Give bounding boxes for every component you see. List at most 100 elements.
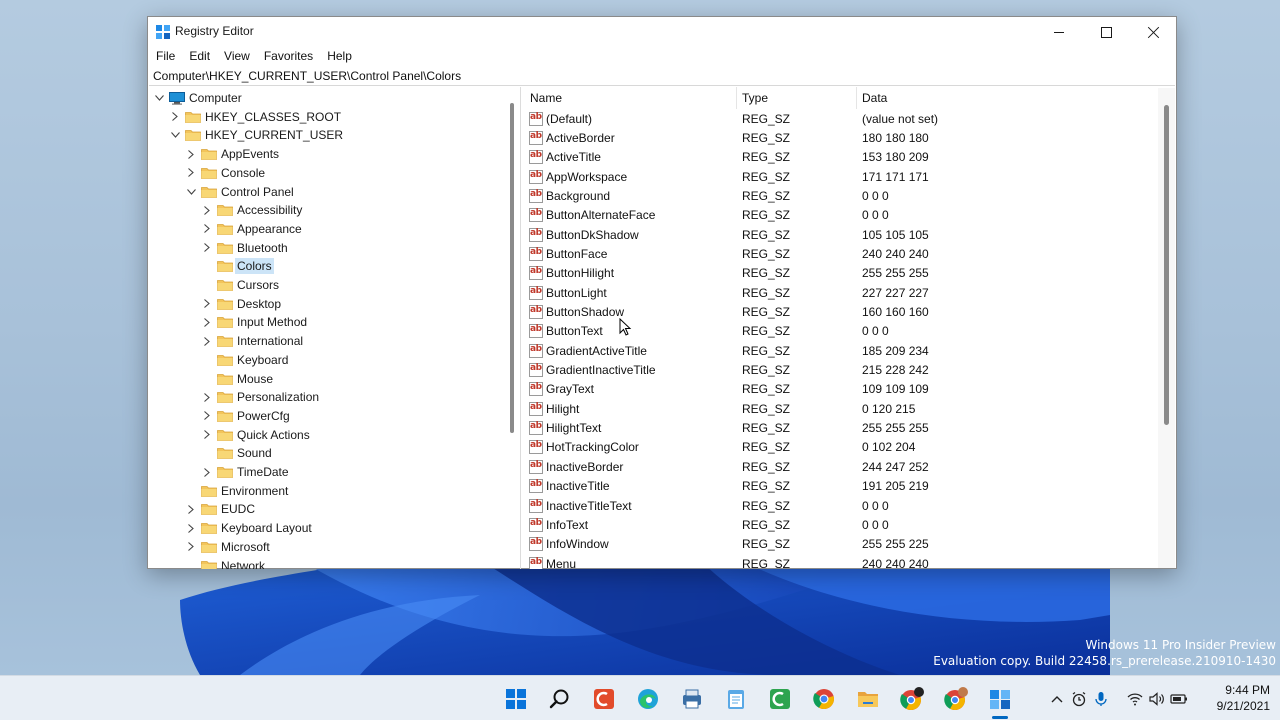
- value-row[interactable]: ab InactiveTitleText REG_SZ 0 0 0: [525, 496, 1147, 515]
- chevron-right-icon[interactable]: [185, 538, 197, 556]
- value-row[interactable]: ab HilightText REG_SZ 255 255 255: [525, 419, 1147, 438]
- value-row[interactable]: ab ButtonHilight REG_SZ 255 255 255: [525, 264, 1147, 283]
- value-row[interactable]: ab GradientInactiveTitle REG_SZ 215 228 242: [525, 361, 1147, 380]
- value-row[interactable]: ab HotTrackingColor REG_SZ 0 102 204: [525, 438, 1147, 457]
- chevron-down-icon[interactable]: [185, 183, 197, 201]
- chevron-up-icon[interactable]: [1046, 676, 1068, 720]
- value-row[interactable]: ab ButtonAlternateFace REG_SZ 0 0 0: [525, 206, 1147, 225]
- tree-node[interactable]: Console: [185, 164, 267, 182]
- chrome-profile-2-icon[interactable]: [943, 686, 969, 712]
- value-row[interactable]: ab AppWorkspace REG_SZ 171 171 171: [525, 167, 1147, 186]
- tree-node[interactable]: Microsoft: [185, 538, 272, 556]
- value-row[interactable]: ab ButtonLight REG_SZ 227 227 227: [525, 283, 1147, 302]
- chevron-right-icon[interactable]: [169, 108, 181, 126]
- wifi-icon[interactable]: [1124, 676, 1146, 720]
- tree-node[interactable]: Sound: [201, 444, 274, 462]
- chevron-right-icon[interactable]: [201, 407, 213, 425]
- chrome-icon[interactable]: [811, 686, 837, 712]
- tree-node[interactable]: Environment: [185, 482, 290, 500]
- app-red-icon[interactable]: [591, 686, 617, 712]
- title-bar[interactable]: Registry Editor: [148, 17, 1176, 47]
- value-row[interactable]: ab GradientActiveTitle REG_SZ 185 209 234: [525, 341, 1147, 360]
- value-row[interactable]: ab Menu REG_SZ 240 240 240: [525, 554, 1147, 569]
- minimize-button[interactable]: [1036, 17, 1082, 47]
- value-row[interactable]: ab InactiveTitle REG_SZ 191 205 219: [525, 477, 1147, 496]
- chevron-down-icon[interactable]: [153, 89, 165, 107]
- column-header-data[interactable]: Data: [857, 87, 1147, 109]
- chevron-right-icon[interactable]: [185, 500, 197, 518]
- tree-node[interactable]: Network: [185, 557, 267, 569]
- column-header-name[interactable]: Name: [525, 87, 737, 109]
- search-icon[interactable]: [547, 686, 573, 712]
- notepad-icon[interactable]: [723, 686, 749, 712]
- key-tree-pane[interactable]: Computer HKEY_CLASSES_ROOT HKEY_CURRENT_US…: [149, 87, 521, 569]
- edge-icon[interactable]: [635, 686, 661, 712]
- app-printer-icon[interactable]: [679, 686, 705, 712]
- chevron-right-icon[interactable]: [201, 295, 213, 313]
- tree-node[interactable]: Bluetooth: [201, 239, 290, 257]
- tree-node[interactable]: Personalization: [201, 388, 321, 406]
- battery-icon[interactable]: [1168, 676, 1190, 720]
- menu-file[interactable]: File: [148, 47, 182, 65]
- tree-node[interactable]: HKEY_CLASSES_ROOT: [169, 108, 343, 126]
- tree-node[interactable]: Colors: [201, 257, 274, 275]
- chevron-down-icon[interactable]: [169, 126, 181, 144]
- chevron-right-icon[interactable]: [185, 519, 197, 537]
- tree-node[interactable]: Keyboard Layout: [185, 519, 314, 537]
- tree-node[interactable]: Control Panel: [185, 183, 296, 201]
- tree-node[interactable]: Computer: [153, 89, 244, 107]
- system-clock[interactable]: 9:44 PM 9/21/2021: [1217, 682, 1270, 714]
- menu-view[interactable]: View: [217, 47, 257, 65]
- regedit-taskbar-icon[interactable]: [987, 686, 1013, 712]
- tree-node[interactable]: Cursors: [201, 276, 281, 294]
- chevron-right-icon[interactable]: [201, 388, 213, 406]
- tree-node[interactable]: AppEvents: [185, 145, 281, 163]
- column-header-type[interactable]: Type: [737, 87, 857, 109]
- speaker-icon[interactable]: [1146, 676, 1168, 720]
- value-row[interactable]: ab ButtonDkShadow REG_SZ 105 105 105: [525, 225, 1147, 244]
- menu-help[interactable]: Help: [320, 47, 359, 65]
- chrome-profile-icon[interactable]: [899, 686, 925, 712]
- chevron-right-icon[interactable]: [201, 332, 213, 350]
- chevron-right-icon[interactable]: [201, 220, 213, 238]
- menu-edit[interactable]: Edit: [182, 47, 217, 65]
- tree-node[interactable]: EUDC: [185, 500, 257, 518]
- value-row[interactable]: ab ActiveBorder REG_SZ 180 180 180: [525, 128, 1147, 147]
- tree-node[interactable]: Desktop: [201, 295, 283, 313]
- tree-node[interactable]: PowerCfg: [201, 407, 292, 425]
- maximize-button[interactable]: [1083, 17, 1129, 47]
- microphone-icon[interactable]: [1090, 676, 1112, 720]
- value-row[interactable]: ab ButtonFace REG_SZ 240 240 240: [525, 244, 1147, 263]
- file-explorer-icon[interactable]: [855, 686, 881, 712]
- value-row[interactable]: ab InactiveBorder REG_SZ 244 247 252: [525, 457, 1147, 476]
- tree-node[interactable]: Accessibility: [201, 201, 304, 219]
- tree-scrollbar[interactable]: [510, 103, 514, 433]
- value-row[interactable]: ab Hilight REG_SZ 0 120 215: [525, 399, 1147, 418]
- chevron-right-icon[interactable]: [185, 145, 197, 163]
- tree-node[interactable]: Appearance: [201, 220, 304, 238]
- chevron-right-icon[interactable]: [185, 164, 197, 182]
- chevron-right-icon[interactable]: [201, 426, 213, 444]
- tree-node[interactable]: International: [201, 332, 305, 350]
- alarm-icon[interactable]: [1068, 676, 1090, 720]
- tree-node[interactable]: Input Method: [201, 313, 309, 331]
- value-row[interactable]: ab Background REG_SZ 0 0 0: [525, 186, 1147, 205]
- app-green-icon[interactable]: [767, 686, 793, 712]
- chevron-right-icon[interactable]: [201, 201, 213, 219]
- value-row[interactable]: ab InfoText REG_SZ 0 0 0: [525, 515, 1147, 534]
- tree-node[interactable]: HKEY_CURRENT_USER: [169, 126, 345, 144]
- values-scrollbar-thumb[interactable]: [1164, 105, 1169, 425]
- tree-node[interactable]: Keyboard: [201, 351, 290, 369]
- value-row[interactable]: ab InfoWindow REG_SZ 255 255 225: [525, 535, 1147, 554]
- chevron-right-icon[interactable]: [201, 313, 213, 331]
- close-button[interactable]: [1130, 17, 1176, 47]
- address-path[interactable]: Computer\HKEY_CURRENT_USER\Control Panel…: [153, 69, 461, 83]
- tree-node[interactable]: Mouse: [201, 370, 275, 388]
- chevron-right-icon[interactable]: [201, 463, 213, 481]
- start-icon[interactable]: [503, 686, 529, 712]
- menu-favorites[interactable]: Favorites: [257, 47, 320, 65]
- tree-node[interactable]: TimeDate: [201, 463, 291, 481]
- address-bar[interactable]: Computer\HKEY_CURRENT_USER\Control Panel…: [149, 67, 1175, 86]
- value-row[interactable]: ab ActiveTitle REG_SZ 153 180 209: [525, 148, 1147, 167]
- tree-node[interactable]: Quick Actions: [201, 426, 312, 444]
